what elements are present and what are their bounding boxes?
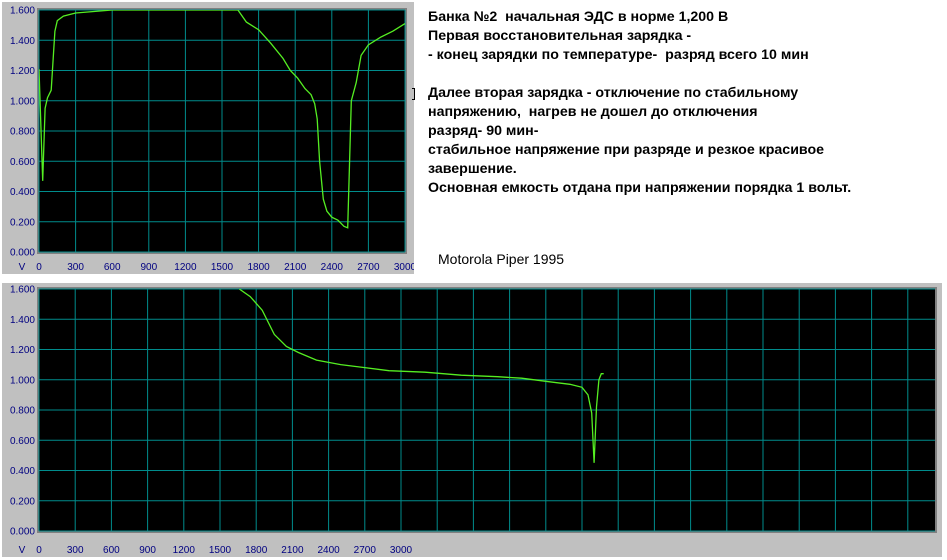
bottom-chart-x-tick-label: 0 [36, 545, 42, 556]
top-chart-x-tick-label: 600 [104, 262, 121, 273]
top-chart-y-unit-label: V [19, 262, 26, 273]
note-line-6: напряжению, нагрев не дошел до отключени… [428, 104, 758, 120]
top-chart-y-tick-label: 1.400 [10, 36, 35, 47]
top-chart-x-tick-label: 0 [36, 262, 42, 273]
note-line-3: - конец зарядки по температуре- разряд в… [428, 47, 809, 63]
top-chart-y-tick-label: 1.600 [10, 6, 35, 17]
note-line-8: стабильное напряжение при разряде и резк… [428, 142, 825, 158]
bottom-chart-x-tick-label: 1800 [245, 545, 268, 556]
bottom-chart-y-tick-label: 0.800 [10, 406, 35, 417]
top-chart-x-tick-label: 2400 [321, 262, 344, 273]
bottom-chart-y-tick-label: 1.200 [10, 345, 35, 356]
bottom-chart-x-tick-label: 2100 [281, 545, 304, 556]
note-line-4 [428, 65, 938, 84]
note-line-1: Банка №2 начальная ЭДС в норме 1,200 В [428, 9, 729, 25]
edge-bracket [412, 88, 415, 100]
note-line-2: Первая восстановительная зарядка - [428, 28, 692, 44]
bottom-chart-y-tick-label: 0.000 [10, 527, 35, 538]
top-chart-x-tick-label: 300 [67, 262, 84, 273]
top-chart-x-tick-label: 1200 [174, 262, 197, 273]
note-line-7: разряд- 90 мин- [428, 123, 539, 139]
note-line-10: Основная емкость отдана при напряжении п… [428, 180, 852, 196]
bottom-chart-x-tick-label: 2700 [354, 545, 377, 556]
top-chart-x-tick-label: 1800 [247, 262, 270, 273]
bottom-chart-y-tick-label: 0.600 [10, 436, 35, 447]
top-chart-x-tick-label: 1500 [211, 262, 234, 273]
bottom-chart-y-tick-label: 1.400 [10, 315, 35, 326]
top-chart-y-tick-label: 0.600 [10, 157, 35, 168]
bottom-chart-x-tick-label: 600 [103, 545, 120, 556]
top-chart-x-tick-label: 3000 [394, 262, 414, 273]
bottom-chart-x-tick-label: 1500 [209, 545, 232, 556]
top-chart-y-tick-label: 0.200 [10, 217, 35, 228]
bottom-chart-x-tick-label: 300 [67, 545, 84, 556]
bottom-chart-y-tick-label: 0.200 [10, 496, 35, 507]
top-chart-x-tick-label: 2700 [357, 262, 380, 273]
bottom-chart: 0.000 0.200 0.400 0.600 0.800 1.000 1.200 1.400… [2, 283, 942, 557]
bottom-chart-y-tick-label: 0.400 [10, 466, 35, 477]
device-caption: Motorola Piper 1995 [438, 251, 565, 267]
top-chart-y-tick-label: 1.200 [10, 66, 35, 77]
top-chart-svg: 0.000 0.200 0.400 0.600 0.800 1.000 1.200 1.400… [2, 2, 414, 274]
bottom-chart-x-tick-label: 3000 [390, 545, 413, 556]
bottom-chart-x-tick-label: 900 [139, 545, 156, 556]
top-chart-x-tick-label: 2100 [284, 262, 307, 273]
bottom-chart-x-tick-label: 2400 [317, 545, 340, 556]
note-line-5: Далее вторая зарядка - отключение по ста… [428, 85, 799, 101]
top-chart-y-tick-label: 0.800 [10, 127, 35, 138]
bottom-chart-y-tick-label: 1.600 [10, 285, 35, 296]
notes-text: Банка №2 начальная ЭДС в норме 1,200 В П… [428, 8, 938, 198]
bottom-chart-svg: 0.000 0.200 0.400 0.600 0.800 1.000 1.200 1.400… [2, 283, 942, 557]
top-chart-y-tick-label: 0.000 [10, 248, 35, 259]
note-line-9: завершение. [428, 161, 517, 177]
top-chart-y-tick-label: 1.000 [10, 96, 35, 107]
top-chart-y-tick-label: 0.400 [10, 187, 35, 198]
top-chart: 0.000 0.200 0.400 0.600 0.800 1.000 1.200 1.400… [2, 2, 414, 274]
bottom-chart-x-tick-label: 1200 [173, 545, 196, 556]
bottom-chart-y-unit-label: V [19, 545, 26, 556]
bottom-chart-y-tick-label: 1.000 [10, 375, 35, 386]
top-chart-x-tick-label: 900 [140, 262, 157, 273]
